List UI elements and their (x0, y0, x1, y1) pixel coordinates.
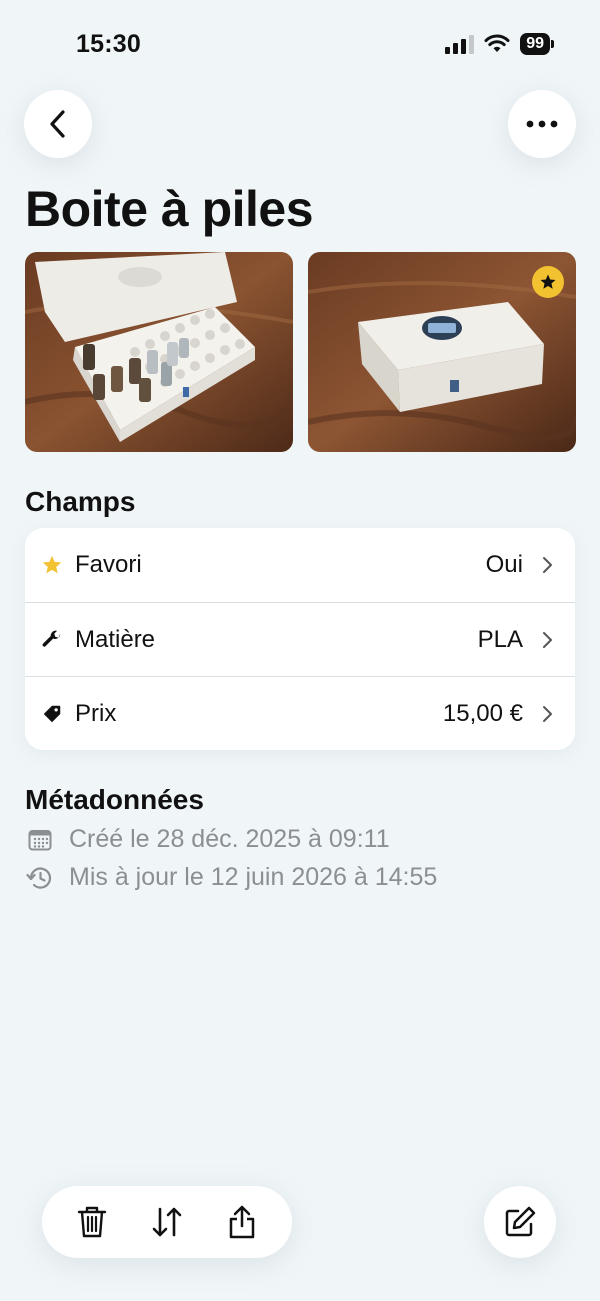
page-title: Boite à piles (25, 181, 314, 237)
share-icon (230, 1205, 255, 1239)
chevron-right-icon (541, 556, 559, 574)
battery-indicator: 99 (520, 33, 554, 55)
chevron-left-icon (50, 110, 65, 138)
favorite-badge (532, 266, 564, 298)
edit-icon (505, 1206, 536, 1237)
updated-date: Mis à jour le 12 juin 2026 à 14:55 (25, 863, 437, 892)
star-icon (39, 552, 65, 578)
status-time: 15:30 (76, 30, 141, 58)
fields-section-title: Champs (25, 486, 136, 517)
field-label: Prix (75, 699, 117, 727)
ellipsis-icon (526, 120, 558, 128)
metadata-section-title: Métadonnées (25, 784, 204, 815)
history-clock-icon (25, 864, 55, 892)
battery-box-open-photo (25, 252, 293, 452)
created-date-text: Créé le 28 déc. 2025 à 09:11 (69, 825, 390, 853)
field-label: Matière (75, 625, 156, 653)
field-row-matiere[interactable]: Matière PLA (25, 602, 575, 676)
fields-card: Favori Oui Matière PLA Prix 15,00 € (25, 528, 575, 750)
edit-button[interactable] (484, 1186, 556, 1258)
field-row-prix[interactable]: Prix 15,00 € (25, 676, 575, 750)
tag-icon (39, 701, 65, 727)
field-value: Oui (485, 551, 523, 578)
field-value: PLA (477, 625, 523, 653)
cellular-signal-icon (445, 34, 475, 54)
photo-thumbnail[interactable] (25, 252, 293, 452)
bottom-toolbar (42, 1186, 292, 1258)
share-button[interactable] (220, 1200, 264, 1244)
updated-date-text: Mis à jour le 12 juin 2026 à 14:55 (69, 863, 438, 891)
chevron-right-icon (541, 631, 559, 649)
field-label: Favori (75, 551, 142, 578)
item-detail-screen: 15:30 99 Boite à piles Champs Favori Oui… (0, 0, 600, 1301)
photo-thumbnail[interactable] (308, 252, 576, 452)
delete-button[interactable] (70, 1200, 114, 1244)
wrench-icon (39, 627, 65, 653)
back-button[interactable] (24, 90, 92, 158)
field-row-favori[interactable]: Favori Oui (25, 528, 575, 602)
more-options-button[interactable] (508, 90, 576, 158)
reorder-button[interactable] (145, 1200, 189, 1244)
swap-arrows-icon (152, 1207, 182, 1237)
trash-icon (77, 1206, 106, 1238)
star-icon (540, 274, 556, 289)
status-indicators: 99 (445, 33, 554, 55)
wifi-icon (484, 34, 510, 52)
chevron-right-icon (541, 705, 559, 723)
calendar-icon (25, 826, 55, 854)
created-date: Créé le 28 déc. 2025 à 09:11 (25, 825, 390, 854)
field-value: 15,00 € (442, 699, 523, 727)
